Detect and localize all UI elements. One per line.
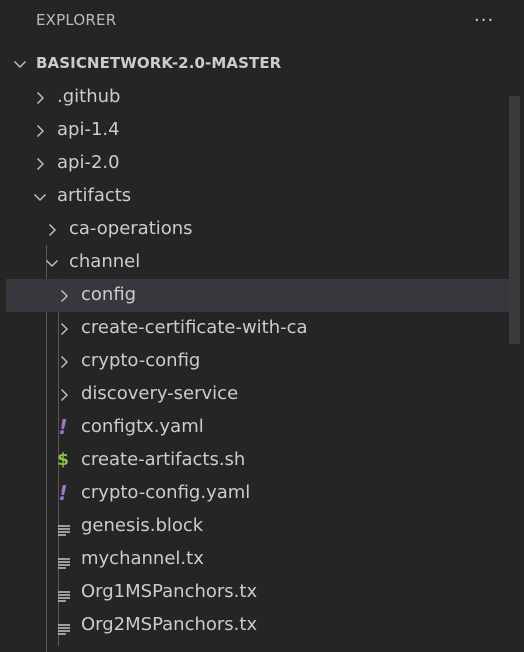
tree-folder-discovery-service[interactable]: discovery-service	[6, 378, 520, 411]
tree-item-label: crypto-config.yaml	[81, 482, 251, 503]
chevron-down-icon	[44, 255, 60, 271]
explorer-title: EXPLORER	[36, 11, 117, 29]
tree-item-label: api-2.0	[57, 152, 120, 173]
shell-file-icon: $	[57, 450, 69, 470]
tree-file-org2mspanchors-tx[interactable]: Org2MSPanchors.tx	[6, 609, 520, 642]
yaml-file-icon: !	[58, 415, 68, 439]
tree-folder-api-1-4[interactable]: api-1.4	[6, 114, 520, 147]
chevron-right-icon	[56, 321, 72, 337]
chevron-right-icon	[44, 222, 60, 238]
text-file-icon	[56, 618, 72, 640]
tree-item-label: genesis.block	[81, 515, 204, 536]
tree-file-org1mspanchors-tx[interactable]: Org1MSPanchors.tx	[6, 576, 520, 609]
tree-file-crypto-config-yaml[interactable]: ! crypto-config.yaml	[6, 477, 520, 510]
text-file-icon	[56, 552, 72, 574]
tree-folder-config[interactable]: config	[6, 279, 520, 312]
tree-item-label: config	[81, 284, 137, 305]
tree-folder-artifacts[interactable]: artifacts	[6, 180, 520, 213]
chevron-down-icon	[32, 189, 48, 205]
chevron-down-icon	[12, 56, 28, 72]
tree-item-label: crypto-config	[81, 350, 201, 371]
ellipsis-icon[interactable]: ···	[474, 11, 498, 31]
chevron-right-icon	[32, 123, 48, 139]
tree-item-label: Org2MSPanchors.tx	[81, 614, 258, 635]
tree-file-create-artifacts-sh[interactable]: $ create-artifacts.sh	[6, 444, 520, 477]
explorer-header: EXPLORER ···	[0, 0, 524, 42]
text-file-icon	[56, 585, 72, 607]
tree-file-genesis-block[interactable]: genesis.block	[6, 510, 520, 543]
tree-item-label: mychannel.tx	[81, 548, 204, 569]
chevron-right-icon	[56, 387, 72, 403]
workspace-section-header[interactable]: BASICNETWORK-2.0-MASTER	[0, 47, 524, 80]
chevron-right-icon	[56, 288, 72, 304]
tree-folder-ca-operations[interactable]: ca-operations	[6, 213, 520, 246]
tree-folder-channel[interactable]: channel	[6, 246, 520, 279]
tree-item-label: .github	[57, 86, 121, 107]
tree-item-label: ca-operations	[69, 218, 193, 239]
chevron-right-icon	[32, 156, 48, 172]
scrollbar-thumb[interactable]	[509, 96, 520, 344]
tree-item-label: api-1.4	[57, 119, 120, 140]
tree-folder-github[interactable]: .github	[6, 81, 520, 114]
tree-item-label: configtx.yaml	[81, 416, 204, 437]
tree-file-configtx-yaml[interactable]: ! configtx.yaml	[6, 411, 520, 444]
tree-item-label: Org1MSPanchors.tx	[81, 581, 258, 602]
tree-file-mychannel-tx[interactable]: mychannel.tx	[6, 543, 520, 576]
yaml-file-icon: !	[58, 481, 68, 505]
tree-item-label: discovery-service	[81, 383, 239, 404]
tree-item-label: create-artifacts.sh	[81, 449, 246, 470]
chevron-right-icon	[56, 354, 72, 370]
tree-item-label: artifacts	[57, 185, 132, 206]
tree-item-label: create-certificate-with-ca	[81, 317, 308, 338]
chevron-right-icon	[32, 90, 48, 106]
tree-folder-crypto-config[interactable]: crypto-config	[6, 345, 520, 378]
tree-folder-api-2-0[interactable]: api-2.0	[6, 147, 520, 180]
tree-folder-create-certificate-with-ca[interactable]: create-certificate-with-ca	[6, 312, 520, 345]
text-file-icon	[56, 519, 72, 541]
tree-item-label: channel	[69, 251, 141, 272]
workspace-title: BASICNETWORK-2.0-MASTER	[36, 54, 282, 72]
